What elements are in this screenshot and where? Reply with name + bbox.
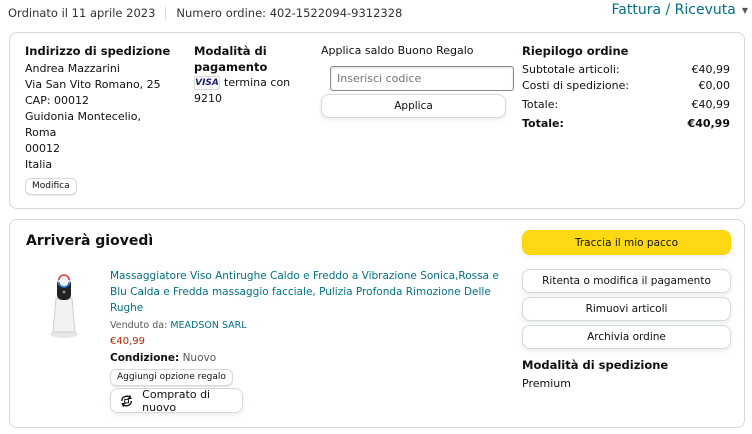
order-date: Ordinato il 11 aprile 2023 [8,6,156,20]
condition-value: Nuovo [182,352,217,364]
chevron-down-icon[interactable]: ▼ [742,6,748,15]
order-header: Ordinato il 11 aprile 2023 Numero ordine… [8,0,748,28]
reorder-icon [121,394,132,407]
address-line: Guidonia Montecelio, Roma [25,110,141,139]
summary-row: Subtotale articoli: €40,99 [522,63,730,76]
product-image[interactable] [42,268,86,340]
edit-address-button[interactable]: Modifica [25,178,77,195]
order-details-panel: Indirizzo di spedizione Andrea Mazzarini… [9,32,745,209]
summary-label: Totale: [522,117,564,130]
shipment-panel: Arriverà giovedì Massaggiatore Viso Anti… [9,219,745,428]
address-line: Via San Vito Romano, 25 [25,78,161,91]
order-meta: Ordinato il 11 aprile 2023 Numero ordine… [8,6,402,20]
product-price: €40,99 [110,336,145,347]
summary-row: Costi di spedizione: €0,00 [522,79,730,92]
address-line: Italia [25,158,53,171]
product-title-line-2[interactable]: Blu Calda e Fredda massaggio facciale, P… [110,284,500,300]
shipping-method-value: Premium [522,377,571,390]
gift-card-heading: Applica saldo Buono Regalo [321,44,474,57]
track-package-button[interactable]: Traccia il mio pacco [522,230,731,255]
buy-again-button[interactable]: Comprato di nuovo [110,388,243,414]
summary-row: Totale: €40,99 [522,98,730,111]
visa-card-icon: VISA [194,76,220,90]
sold-by: Venduto da: MEADSON SARL [110,318,500,334]
summary-label: Subtotale articoli: [522,63,620,76]
summary-value: €40,99 [687,117,730,130]
summary-heading: Riepilogo ordine [522,44,629,58]
condition: Condizione: Nuovo [110,350,500,366]
order-number: Numero ordine: 402-1522094-9312328 [176,6,403,20]
payment-heading-2: pagamento [194,60,268,74]
address-line: CAP: 00012 [25,94,90,107]
product-info: Massaggiatore Viso Antirughe Caldo e Fre… [110,268,500,386]
product-title-line-3[interactable]: Rughe [110,300,500,316]
address-line: 00012 [25,142,60,155]
gift-code-input[interactable] [330,66,514,91]
apply-gift-button[interactable]: Applica [321,94,506,118]
payment-method: Modalità di pagamento VISA termina con 92… [194,43,304,107]
card-info: VISA termina con [194,75,304,91]
sold-by-label: Venduto da: [110,320,168,331]
seller-link[interactable]: MEADSON SARL [170,320,246,331]
shipping-address-heading: Indirizzo di spedizione [25,44,171,58]
remove-items-button[interactable]: Rimuovi articoli [522,297,731,321]
divider [165,6,167,20]
summary-value: €40,99 [691,63,731,76]
retry-payment-button[interactable]: Ritenta o modifica il pagamento [522,269,731,293]
invoice-link[interactable]: Fattura / Ricevuta ▼ [612,2,748,18]
address-line: Andrea Mazzarini [25,62,120,75]
card-ending-label: termina con [224,76,291,89]
card-last4: 9210 [194,92,222,105]
product-title[interactable]: Massaggiatore Viso Antirughe Caldo e Fre… [110,268,500,284]
summary-value: €40,99 [691,98,731,111]
summary-value: €0,00 [698,79,731,92]
add-gift-option-button[interactable]: Aggiungi opzione regalo [110,369,233,386]
summary-label: Totale: [522,98,559,111]
arrival-heading: Arriverà giovedì [26,233,154,249]
summary-label: Costi di spedizione: [522,79,630,92]
shipping-method-heading: Modalità di spedizione [522,358,669,372]
archive-order-button[interactable]: Archivia ordine [522,325,731,349]
invoice-link-label[interactable]: Fattura / Ricevuta [612,2,736,18]
payment-heading: Modalità di [194,44,267,58]
condition-label: Condizione: [110,352,180,364]
buy-again-label[interactable]: Comprato di nuovo [142,388,242,414]
summary-total-row: Totale: €40,99 [522,117,730,130]
shipping-address: Indirizzo di spedizione Andrea Mazzarini… [25,43,175,195]
